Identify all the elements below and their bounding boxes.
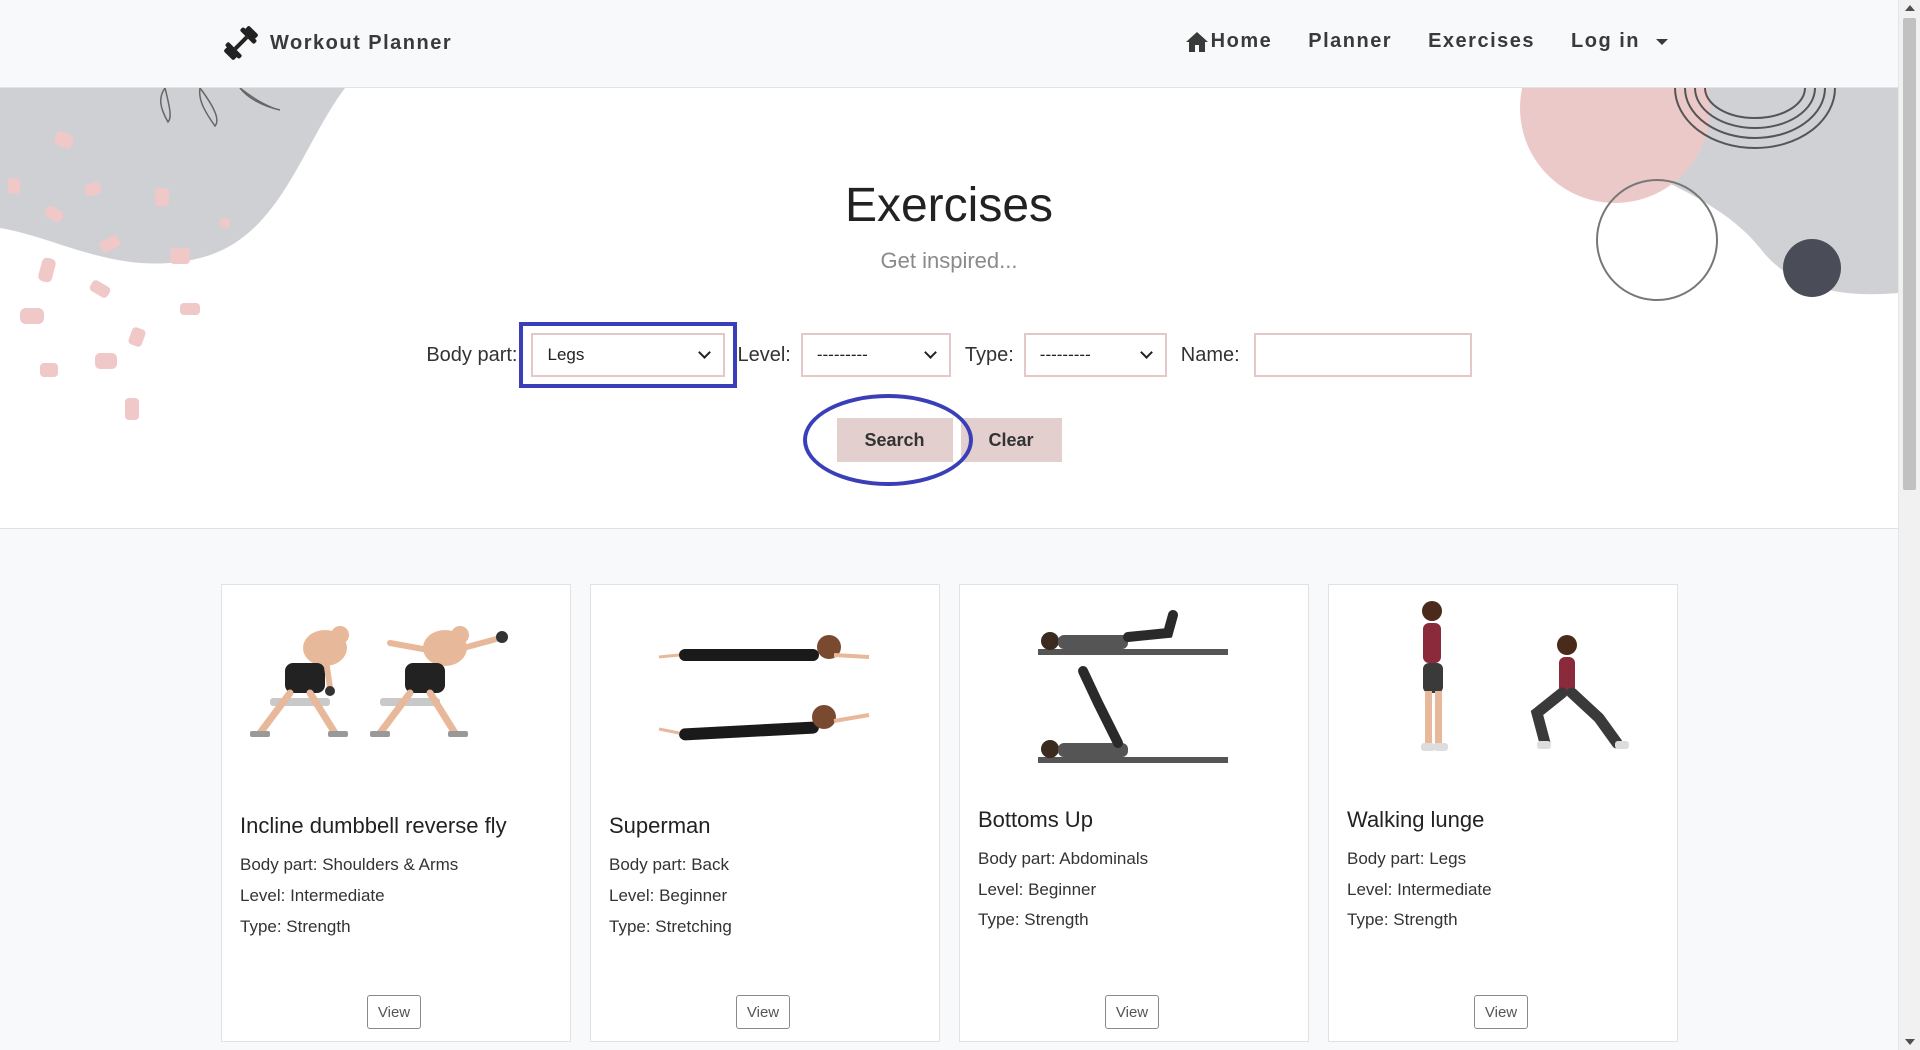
hero-section: Exercises Get inspired... Body part: Leg…	[0, 88, 1898, 528]
card-title: Incline dumbbell reverse fly	[240, 813, 507, 838]
card-body-part: Body part: Abdominals	[978, 849, 1149, 868]
nav-planner[interactable]: Planner	[1308, 30, 1392, 53]
nav-home-label: Home	[1210, 30, 1273, 52]
page-subtitle: Get inspired...	[880, 248, 1018, 273]
card-body-part: Body part: Legs	[1347, 849, 1467, 868]
card-type: Type: Stretching	[609, 917, 732, 936]
nav-login-dropdown[interactable]: Log in	[1571, 30, 1668, 53]
exercise-cards: Incline dumbbell reverse fly Body part: …	[221, 584, 1678, 1042]
type-value: ---------	[1039, 345, 1091, 364]
scroll-up-icon[interactable]	[1905, 5, 1915, 11]
view-button[interactable]: View	[367, 995, 421, 1029]
view-button[interactable]: View	[1474, 995, 1528, 1029]
page-scrollbar[interactable]	[1898, 0, 1920, 1050]
card-level: Level: Beginner	[609, 886, 728, 905]
scroll-thumb[interactable]	[1903, 18, 1916, 490]
card-title: Walking lunge	[1347, 807, 1485, 832]
card-level: Level: Intermediate	[240, 886, 385, 905]
name-label: Name:	[1180, 343, 1240, 366]
chevron-down-icon	[698, 346, 712, 359]
page-title: Exercises	[844, 179, 1054, 232]
exercise-card: Bottoms Up Body part: Abdominals Level: …	[959, 584, 1309, 1042]
results-section: Incline dumbbell reverse fly Body part: …	[0, 528, 1898, 1050]
chevron-down-icon	[923, 346, 937, 359]
exercise-card: Walking lunge Body part: Legs Level: Int…	[1328, 584, 1678, 1042]
card-body-part: Body part: Back	[609, 855, 730, 874]
caret-down-icon	[1656, 38, 1668, 45]
filter-form: Body part: Legs Level: --------- Type: -…	[0, 322, 1898, 388]
exercise-image	[250, 626, 508, 737]
search-wrap: Search	[802, 394, 973, 486]
nav-planner-label: Planner	[1308, 30, 1393, 52]
type-select[interactable]: ---------	[1023, 333, 1167, 377]
body-part-highlight: Legs	[519, 322, 738, 388]
clear-button[interactable]: Clear	[960, 418, 1062, 462]
scroll-down-icon[interactable]	[1905, 1039, 1915, 1045]
decorative-background	[0, 88, 1898, 420]
body-part-label: Body part:	[426, 343, 518, 366]
card-body-part: Body part: Shoulders & Arms	[240, 855, 459, 874]
body-part-value: Legs	[547, 345, 585, 364]
exercise-image	[658, 635, 870, 741]
nav-home[interactable]: Home	[1185, 30, 1273, 53]
exercise-card: Incline dumbbell reverse fly Body part: …	[221, 584, 571, 1042]
main-nav: Home Planner Exercises Log in	[1185, 30, 1668, 53]
card-type: Type: Strength	[240, 917, 351, 936]
dumbbell-icon	[224, 26, 258, 60]
home-icon	[1185, 31, 1208, 52]
view-button[interactable]: View	[1105, 995, 1159, 1029]
view-button[interactable]: View	[736, 995, 790, 1029]
chevron-down-icon	[1139, 346, 1153, 359]
card-title: Bottoms Up	[978, 807, 1093, 832]
card-type: Type: Strength	[1347, 910, 1458, 929]
type-label: Type:	[964, 343, 1014, 366]
exercise-card: Superman Body part: Back Level: Beginner…	[590, 584, 940, 1042]
exercise-image	[1421, 601, 1629, 751]
exercise-image	[1038, 610, 1228, 763]
search-button[interactable]: Search	[836, 418, 953, 462]
brand-name: Workout Planner	[270, 31, 453, 54]
name-input[interactable]	[1253, 333, 1472, 377]
nav-exercises-label: Exercises	[1428, 30, 1536, 52]
brand-link[interactable]: Workout Planner	[220, 22, 452, 64]
card-title: Superman	[609, 813, 711, 838]
level-select[interactable]: ---------	[800, 333, 951, 377]
card-level: Level: Intermediate	[1347, 880, 1492, 899]
body-part-select[interactable]: Legs	[531, 333, 726, 377]
form-actions: Search Clear	[0, 394, 1898, 486]
nav-exercises[interactable]: Exercises	[1428, 30, 1535, 53]
level-value: ---------	[816, 345, 868, 364]
navbar: Workout Planner Home Planner Exercises L…	[0, 0, 1898, 88]
nav-login-label: Log in	[1571, 30, 1640, 52]
card-level: Level: Beginner	[978, 880, 1097, 899]
level-label: Level:	[737, 343, 791, 366]
card-type: Type: Strength	[978, 910, 1089, 929]
